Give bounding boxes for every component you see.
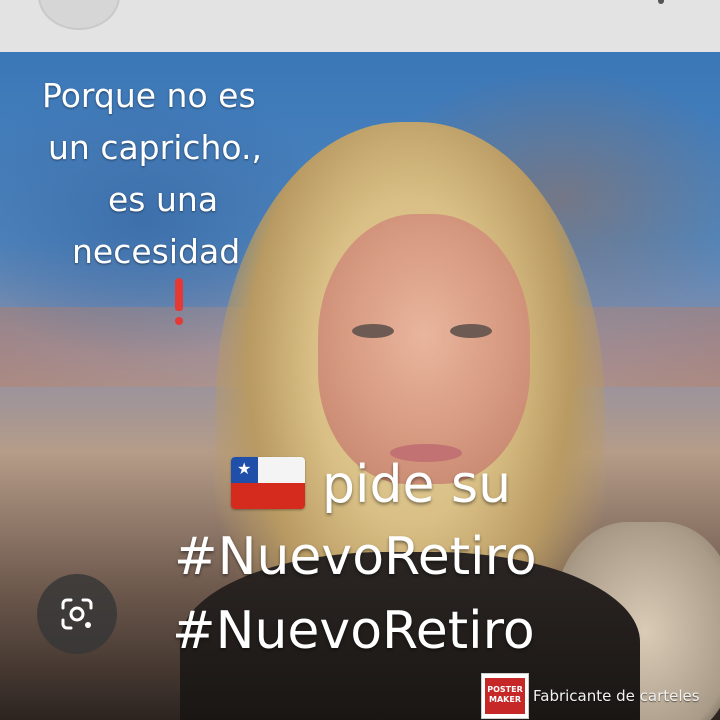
chile-flag-icon: ★	[231, 457, 305, 509]
google-lens-button[interactable]	[37, 574, 117, 654]
headline-line-1: pide su	[322, 455, 512, 515]
top-bar	[0, 0, 720, 52]
quote-line-3: es una	[108, 180, 219, 219]
quote-line-2: un capricho.,	[48, 128, 263, 167]
quote-line-1: Porque no es	[42, 76, 256, 115]
left-eye	[352, 324, 394, 338]
red-exclamation-icon	[173, 278, 183, 328]
quote-line-4: necesidad	[72, 232, 241, 271]
menu-dots-icon[interactable]	[658, 0, 664, 4]
top-avatar[interactable]	[38, 0, 120, 30]
poster-maker-badge: POSTER MAKER	[485, 678, 525, 714]
poster-maker-logo: POSTER MAKER	[481, 673, 529, 719]
headline-line-3: #NuevoRetiro	[172, 601, 535, 661]
headline-line-2: #NuevoRetiro	[174, 527, 537, 587]
right-eye	[450, 324, 492, 338]
watermark-caption: Fabricante de carteles	[533, 687, 700, 705]
google-lens-icon	[61, 598, 93, 630]
